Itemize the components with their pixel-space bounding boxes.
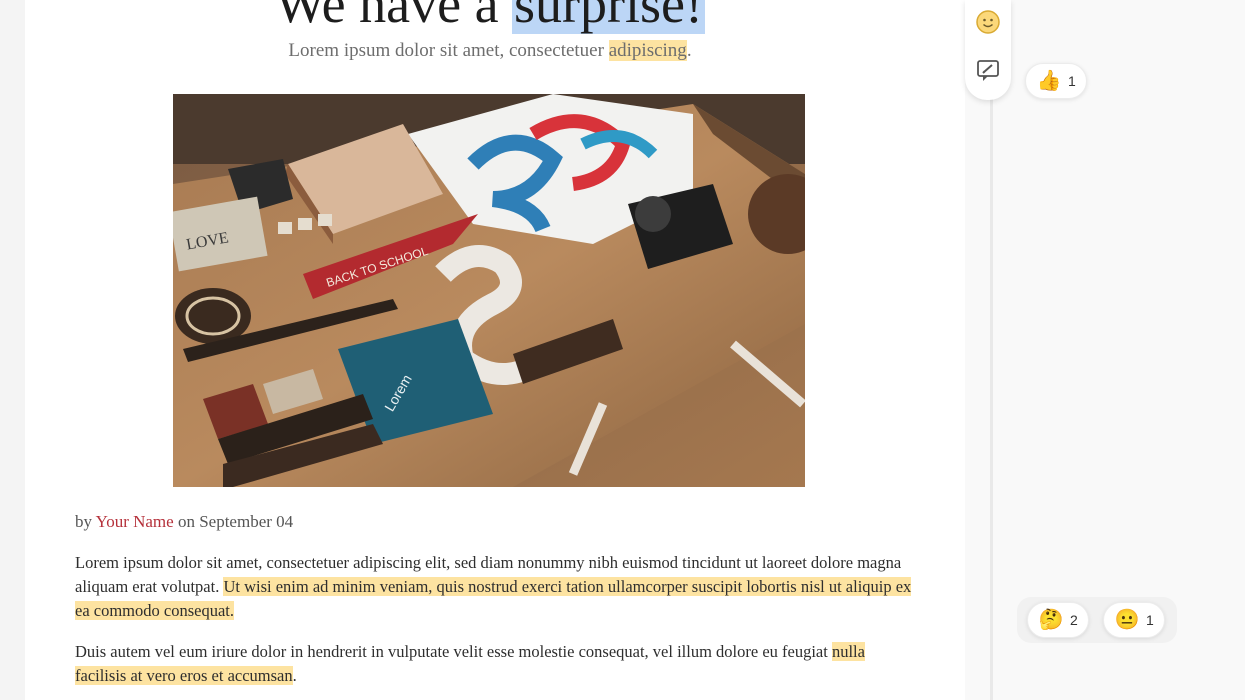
add-comment-button[interactable] [974, 56, 1002, 84]
hero-image: LOVE BACK TO SCHOOL Lorem [173, 94, 805, 487]
byline-by: by [75, 512, 92, 531]
subtitle-highlight[interactable]: adipiscing [608, 40, 687, 61]
byline: by Your Name on September 04 [75, 510, 293, 534]
reaction-thumbs-up[interactable]: 👍 1 [1025, 63, 1087, 99]
reaction-count: 1 [1146, 612, 1154, 628]
smile-icon [976, 10, 1000, 34]
neutral-face-icon: 😐 [1114, 609, 1140, 631]
reaction-neutral[interactable]: 😐 1 [1103, 602, 1165, 638]
thumbs-up-icon: 👍 [1036, 70, 1062, 92]
reaction-count: 2 [1070, 612, 1078, 628]
desk-flatlay-photo: LOVE BACK TO SCHOOL Lorem [173, 94, 805, 487]
reactions-side-panel [965, 0, 1245, 700]
add-reaction-button[interactable] [974, 8, 1002, 36]
subtitle-text: Lorem ipsum dolor sit amet, consectetuer [288, 40, 609, 61]
comment-edit-icon [977, 60, 999, 81]
reaction-thinking[interactable]: 🤔 2 [1027, 602, 1089, 638]
byline-date: on September 04 [177, 512, 294, 531]
thinking-face-icon: 🤔 [1038, 609, 1064, 631]
annotation-toolbox [965, 0, 1011, 100]
side-divider [990, 95, 993, 700]
subtitle-end: . [686, 40, 692, 61]
paragraph-2[interactable]: Duis autem vel eum iriure dolor in hendr… [75, 640, 915, 688]
reaction-count: 1 [1068, 73, 1076, 89]
page-title[interactable]: We have a surprise! [0, 0, 980, 36]
author-link[interactable]: Your Name [96, 512, 174, 531]
page-subtitle[interactable]: Lorem ipsum dolor sit amet, consectetuer… [0, 38, 980, 64]
paragraph-1[interactable]: Lorem ipsum dolor sit amet, consectetuer… [75, 551, 915, 623]
title-selected-text[interactable]: surprise! [512, 0, 705, 34]
title-text: We have a [275, 0, 513, 34]
paragraph-2-text: Duis autem vel eum iriure dolor in hendr… [75, 642, 832, 661]
paragraph-2-end: . [292, 666, 297, 685]
